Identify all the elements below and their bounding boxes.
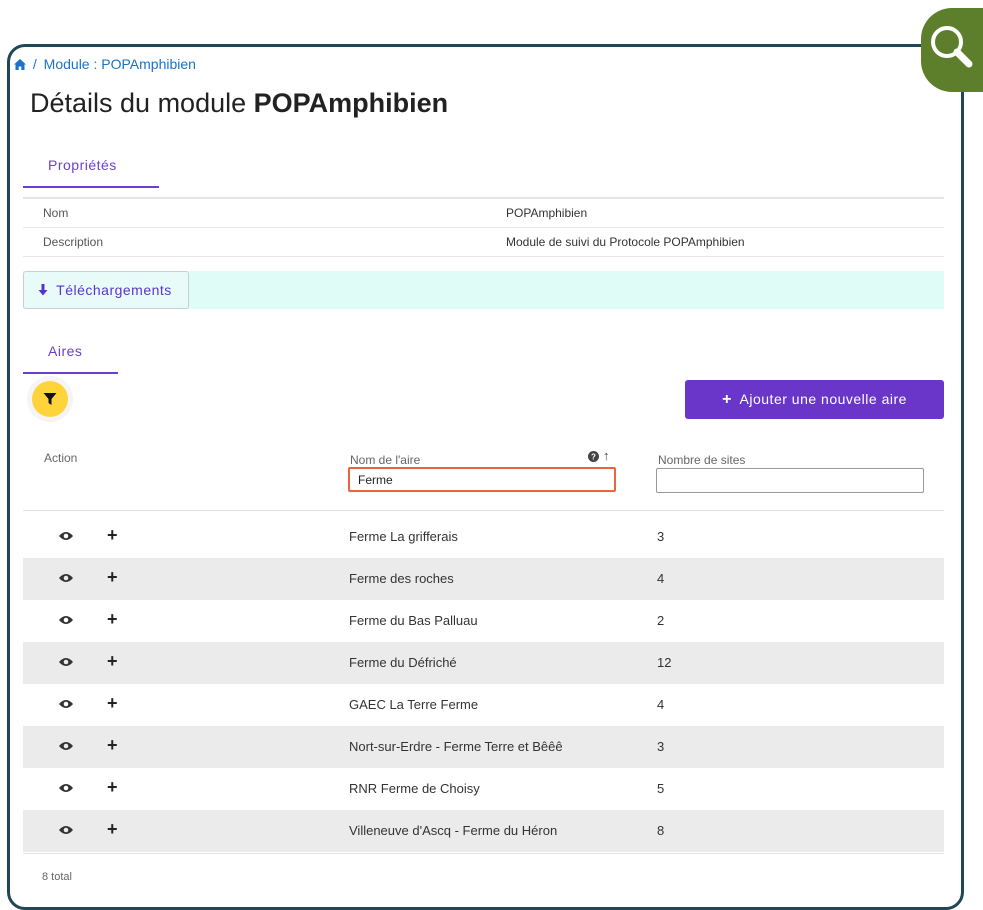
area-name: Nort-sur-Erdre - Ferme Terre et Bêêê <box>349 739 563 754</box>
property-row-description: Description Module de suivi du Protocole… <box>23 227 944 257</box>
help-icon[interactable]: ? <box>588 449 599 467</box>
properties-table: Nom POPAmphibien Description Module de s… <box>23 198 944 257</box>
downloads-button[interactable]: Téléchargements <box>23 271 189 309</box>
area-name: GAEC La Terre Ferme <box>349 697 479 712</box>
table-row: + GAEC La Terre Ferme 4 <box>23 684 944 726</box>
column-header-name[interactable]: Nom de l'aire <box>350 453 420 467</box>
area-name: Villeneuve d'Ascq - Ferme du Héron <box>349 823 558 838</box>
table-row: + Ferme La grifferais 3 <box>23 516 944 558</box>
property-value: Module de suivi du Protocole POPAmphibie… <box>506 235 745 249</box>
eye-icon[interactable] <box>59 824 73 836</box>
table-row: + Ferme du Bas Palluau 2 <box>23 600 944 642</box>
property-row-nom: Nom POPAmphibien <box>23 198 944 227</box>
area-name: Ferme La grifferais <box>349 529 458 544</box>
tab-areas-underline <box>23 372 118 374</box>
tab-properties-underline <box>23 186 159 188</box>
table-row: + Ferme du Défriché 12 <box>23 642 944 684</box>
sites-count: 4 <box>657 697 665 712</box>
name-filter-input[interactable] <box>348 467 616 492</box>
sites-count: 12 <box>657 655 672 670</box>
page-title-module: POPAmphibien <box>253 88 449 118</box>
magnifier-icon <box>931 26 973 68</box>
plus-icon[interactable]: + <box>107 820 121 838</box>
table-header-divider <box>23 510 944 511</box>
column-header-sites[interactable]: Nombre de sites <box>658 453 745 467</box>
downloads-bar: Téléchargements <box>23 271 944 309</box>
area-name: Ferme du Bas Palluau <box>349 613 478 628</box>
eye-icon[interactable] <box>59 530 73 542</box>
area-name: RNR Ferme de Choisy <box>349 781 480 796</box>
eye-icon[interactable] <box>59 698 73 710</box>
zoom-badge <box>921 8 983 92</box>
table-row: + RNR Ferme de Choisy 5 <box>23 768 944 810</box>
eye-icon[interactable] <box>59 656 73 668</box>
table-row: + Ferme des roches 4 <box>23 558 944 600</box>
sites-count: 4 <box>657 571 665 586</box>
eye-icon[interactable] <box>59 782 73 794</box>
plus-icon[interactable]: + <box>107 694 121 712</box>
plus-icon[interactable]: + <box>107 652 121 670</box>
property-key: Description <box>43 235 104 249</box>
tab-properties[interactable]: Propriétés <box>48 157 117 173</box>
eye-icon[interactable] <box>59 614 73 626</box>
property-key: Nom <box>43 206 69 220</box>
plus-icon[interactable]: + <box>107 610 121 628</box>
sites-count: 3 <box>657 739 665 754</box>
table-row: + Villeneuve d'Ascq - Ferme du Héron 8 <box>23 810 944 852</box>
plus-icon: + <box>722 390 732 408</box>
table-row: + Nort-sur-Erdre - Ferme Terre et Bêêê 3 <box>23 726 944 768</box>
plus-icon[interactable]: + <box>107 526 121 544</box>
breadcrumb-separator: / <box>32 56 37 72</box>
sites-filter-input[interactable] <box>656 468 924 493</box>
area-name: Ferme du Défriché <box>349 655 457 670</box>
page-title-prefix: Détails du module <box>30 88 247 118</box>
area-name: Ferme des roches <box>349 571 454 586</box>
sort-arrow-up-icon[interactable]: ↑ <box>603 448 610 463</box>
add-area-label: Ajouter une nouvelle aire <box>739 390 907 407</box>
tab-areas[interactable]: Aires <box>48 343 82 359</box>
total-count: 8 total <box>42 871 72 883</box>
filter-icon <box>43 393 57 405</box>
property-value: POPAmphibien <box>506 206 588 220</box>
sites-count: 3 <box>657 529 665 544</box>
arrow-down-icon <box>38 284 48 296</box>
areas-table-body: + Ferme La grifferais 3 + Ferme des roch… <box>23 516 944 852</box>
breadcrumb-current[interactable]: Module : POPAmphibien <box>44 56 196 72</box>
plus-icon[interactable]: + <box>107 778 121 796</box>
breadcrumb: / Module : POPAmphibien <box>14 56 196 72</box>
svg-text:?: ? <box>591 453 596 462</box>
table-footer-divider <box>23 853 944 854</box>
column-header-action: Action <box>44 451 78 465</box>
page-title: Détails du module POPAmphibien <box>30 88 448 119</box>
eye-icon[interactable] <box>59 740 73 752</box>
sites-count: 2 <box>657 613 665 628</box>
add-area-button[interactable]: + Ajouter une nouvelle aire <box>685 380 944 419</box>
sites-count: 8 <box>657 823 665 838</box>
downloads-label: Téléchargements <box>56 282 172 298</box>
plus-icon[interactable]: + <box>107 568 121 586</box>
home-icon[interactable] <box>14 56 30 72</box>
sites-count: 5 <box>657 781 665 796</box>
plus-icon[interactable]: + <box>107 736 121 754</box>
filter-button[interactable] <box>32 381 68 417</box>
eye-icon[interactable] <box>59 572 73 584</box>
